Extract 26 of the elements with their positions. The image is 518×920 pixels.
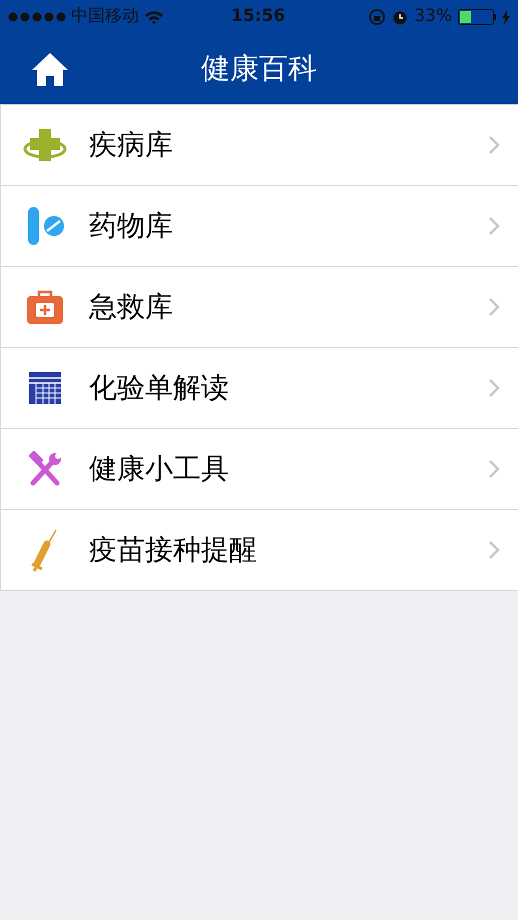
- menu-item[interactable]: 疫苗接种提醒: [0, 510, 518, 591]
- signal-icon: [8, 12, 66, 22]
- battery-icon: [458, 9, 496, 25]
- tools-icon: [27, 451, 63, 487]
- menu-item[interactable]: 急救库: [0, 267, 518, 348]
- chevron-right-icon: [488, 540, 500, 560]
- clock-time: 15:56: [230, 5, 286, 28]
- page-title: 健康百科: [201, 50, 317, 88]
- table-sheet-icon: [28, 371, 62, 405]
- chevron-right-icon: [488, 378, 500, 398]
- alarm-clock-icon: [392, 9, 408, 25]
- first-aid-kit-icon: [26, 289, 64, 325]
- chevron-right-icon: [488, 297, 500, 317]
- battery-percent: 33%: [414, 5, 452, 28]
- wifi-icon: [144, 10, 164, 24]
- rotation-lock-icon: [368, 8, 386, 26]
- menu-item[interactable]: 化验单解读: [0, 348, 518, 429]
- pill-icon: [25, 206, 65, 246]
- menu-item[interactable]: 药物库: [0, 186, 518, 267]
- chevron-right-icon: [488, 216, 500, 236]
- menu-item[interactable]: 健康小工具: [0, 429, 518, 510]
- menu-item[interactable]: 疾病库: [0, 105, 518, 186]
- carrier-name: 中国移动: [71, 5, 139, 28]
- chevron-right-icon: [488, 459, 500, 479]
- chevron-right-icon: [488, 135, 500, 155]
- home-icon: [31, 52, 69, 86]
